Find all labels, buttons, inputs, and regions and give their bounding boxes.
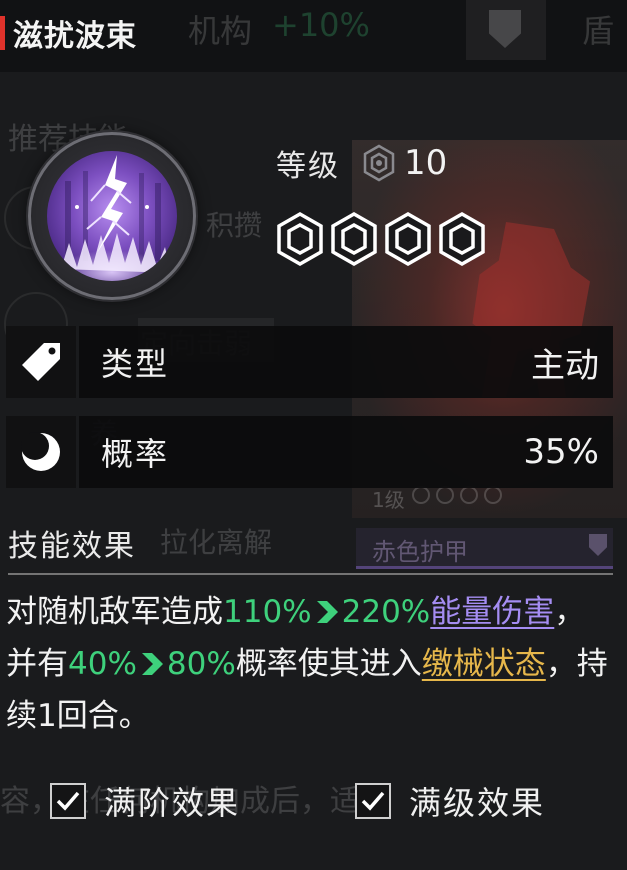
checkmark-icon (361, 791, 385, 811)
moon-icon (6, 416, 76, 488)
background-top-shield-text: 盾 (582, 12, 615, 50)
chance-to-value: 80% (166, 646, 236, 682)
background-skill-name: 积攒 (206, 209, 263, 242)
max-rank-checkbox[interactable]: 满阶效果 (50, 778, 240, 824)
tag-icon (6, 326, 76, 398)
effect-text-part: 对随机敌军造成 (6, 594, 223, 630)
background-dots (412, 486, 502, 504)
rank-star-icon (275, 212, 325, 266)
upgrade-arrow-icon (314, 599, 340, 625)
skill-rate-body: 概率 35% (79, 416, 613, 488)
rank-star-icon (383, 212, 433, 266)
background-skill-name: 拉化离解 (160, 526, 273, 559)
skill-title-bar: 滋扰波束 (0, 8, 137, 58)
background-shield-box (466, 0, 546, 60)
background-top-text: 机构 (188, 12, 253, 50)
level-value: 10 (404, 143, 448, 183)
skill-level-row: 等级 10 (276, 140, 447, 186)
skill-name: 滋扰波束 (13, 19, 137, 54)
checkbox-box[interactable] (50, 783, 86, 819)
rate-label: 概率 (101, 435, 170, 473)
rank-star-icon (437, 212, 487, 266)
disarm-status-keyword[interactable]: 缴械状态 (422, 646, 546, 682)
title-accent-bar (0, 16, 5, 50)
skill-orb-image (47, 151, 177, 281)
skill-rate-row: 概率 35% (6, 416, 613, 488)
skill-rank-stars (275, 212, 487, 266)
damage-from-value: 110% (223, 594, 312, 630)
max-rank-label: 满阶效果 (104, 784, 241, 822)
background-shield-icon (489, 10, 521, 48)
effect-text-part: 概率使其进入 (235, 646, 422, 682)
skill-type-row: 类型 主动 (6, 326, 613, 398)
type-value: 主动 (531, 345, 599, 386)
effect-divider (8, 573, 613, 575)
background-armor-shield-icon (589, 534, 607, 556)
background-armor-bar: 赤色护甲 (356, 528, 613, 569)
type-label: 类型 (101, 345, 170, 383)
lightning-skill-icon[interactable] (28, 132, 196, 300)
level-label: 等级 (276, 149, 340, 184)
skill-effect-heading: 技能效果 (8, 529, 136, 564)
energy-damage-keyword[interactable]: 能量伤害 (430, 594, 554, 630)
checkbox-box[interactable] (355, 783, 391, 819)
damage-to-value: 220% (341, 594, 431, 630)
background-level: 1级 (372, 488, 405, 512)
chance-from-value: 40% (68, 646, 137, 682)
skill-effect-description: 对随机敌军造成110% 220%能量伤害，并有40% 80%概率使其进入缴械状态，持… (6, 586, 616, 742)
max-level-label: 满级效果 (409, 784, 546, 822)
rank-star-icon (329, 212, 379, 266)
max-level-checkbox[interactable]: 满级效果 (355, 778, 545, 824)
background-top-bonus: +10% (272, 6, 370, 44)
background-armor-label: 赤色护甲 (372, 538, 468, 566)
checkmark-icon (56, 791, 80, 811)
upgrade-arrow-icon (139, 651, 165, 677)
skill-type-body: 类型 主动 (79, 326, 613, 398)
rate-value: 35% (523, 432, 599, 472)
gear-hex-icon (360, 144, 398, 182)
